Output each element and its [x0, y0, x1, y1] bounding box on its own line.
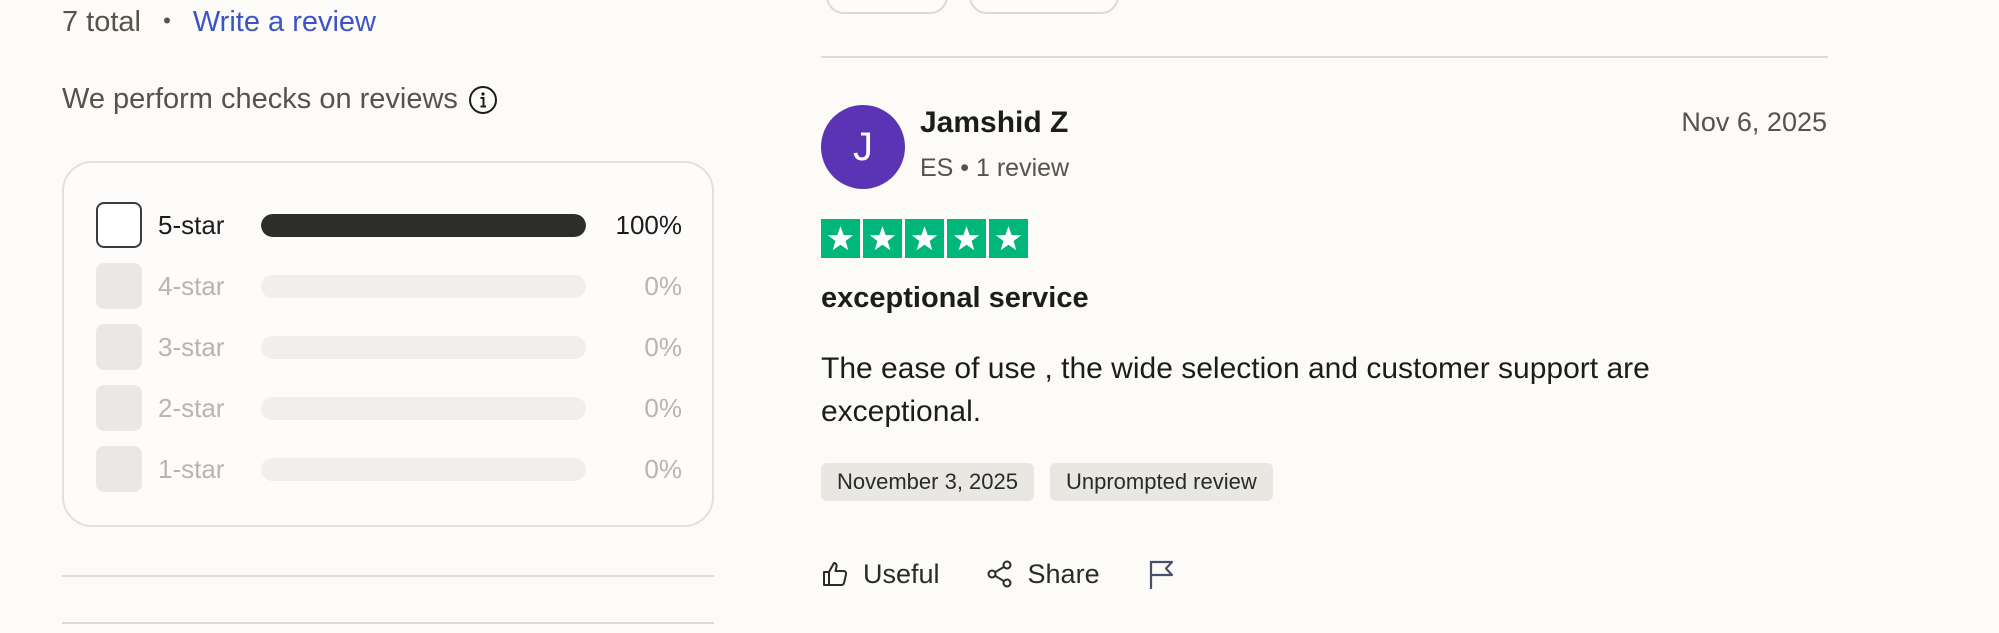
separator-dot: •: [163, 8, 171, 33]
rating-bar-fill: [261, 214, 586, 237]
rating-checkbox-5[interactable]: [96, 202, 142, 248]
divider: [62, 575, 714, 577]
rating-checkbox-2: [96, 385, 142, 431]
unprompted-review-tag[interactable]: Unprompted review: [1050, 463, 1273, 501]
experience-date-tag: November 3, 2025: [821, 463, 1034, 501]
reviewer-name[interactable]: Jamshid Z: [920, 106, 1068, 140]
rating-row-4: 4-star 0%: [64, 263, 712, 309]
share-icon: [987, 560, 1012, 588]
rating-row-2: 2-star 0%: [64, 385, 712, 431]
rating-percent: 0%: [644, 332, 682, 362]
star-rating: [821, 219, 1028, 258]
thumbs-up-icon: [823, 562, 848, 586]
total-count: 7 total: [62, 6, 141, 38]
divider: [821, 56, 1828, 58]
avatar[interactable]: J: [821, 105, 905, 189]
flag-icon: [1149, 560, 1173, 589]
review-summary: 7 total • Write a review: [62, 6, 376, 39]
rating-bar: [261, 275, 586, 298]
useful-button[interactable]: Useful: [821, 559, 940, 590]
rating-bar: [261, 397, 586, 420]
rating-row-1: 1-star 0%: [64, 446, 712, 492]
review-date: Nov 6, 2025: [1681, 107, 1827, 137]
star-icon: [863, 219, 902, 258]
write-review-link[interactable]: Write a review: [193, 6, 376, 38]
share-label: Share: [1027, 558, 1100, 589]
rating-percent: 0%: [644, 454, 682, 484]
info-icon[interactable]: [468, 85, 498, 115]
rating-filter-card: 5-star 100% 4-star 0% 3-star 0% 2-star 0…: [62, 161, 714, 527]
rating-bar: [261, 214, 586, 237]
rating-label: 4-star: [158, 271, 225, 301]
rating-checkbox-1: [96, 446, 142, 492]
rating-row-3: 3-star 0%: [64, 324, 712, 370]
report-button[interactable]: [1146, 558, 1190, 590]
rating-checkbox-4: [96, 263, 142, 309]
rating-label: 2-star: [158, 393, 225, 423]
checks-text: We perform checks on reviews: [62, 83, 458, 115]
reviewer-meta: ES • 1 review: [920, 154, 1070, 182]
review-body: The ease of use , the wide selection and…: [821, 352, 1650, 428]
rating-bar: [261, 458, 586, 481]
rating-row-5[interactable]: 5-star 100%: [64, 202, 712, 248]
rating-bar: [261, 336, 586, 359]
rating-percent: 100%: [615, 210, 683, 240]
rating-percent: 0%: [644, 393, 682, 423]
rating-checkbox-3: [96, 324, 142, 370]
review-actions: Useful Share: [821, 558, 1236, 590]
star-icon: [821, 219, 860, 258]
filter-pill[interactable]: [826, 0, 948, 14]
review-checks-notice: We perform checks on reviews: [62, 83, 498, 116]
rating-percent: 0%: [644, 271, 682, 301]
star-icon: [905, 219, 944, 258]
star-icon: [989, 219, 1028, 258]
star-icon: [947, 219, 986, 258]
useful-label: Useful: [863, 558, 940, 589]
rating-label: 3-star: [158, 332, 225, 362]
divider: [62, 622, 714, 624]
review-tags: November 3, 2025 Unprompted review: [821, 463, 1273, 501]
share-button[interactable]: Share: [986, 559, 1100, 590]
review-title[interactable]: exceptional service: [821, 282, 1089, 315]
rating-label: 5-star: [158, 210, 225, 240]
filter-pill[interactable]: [969, 0, 1119, 14]
rating-label: 1-star: [158, 454, 225, 484]
